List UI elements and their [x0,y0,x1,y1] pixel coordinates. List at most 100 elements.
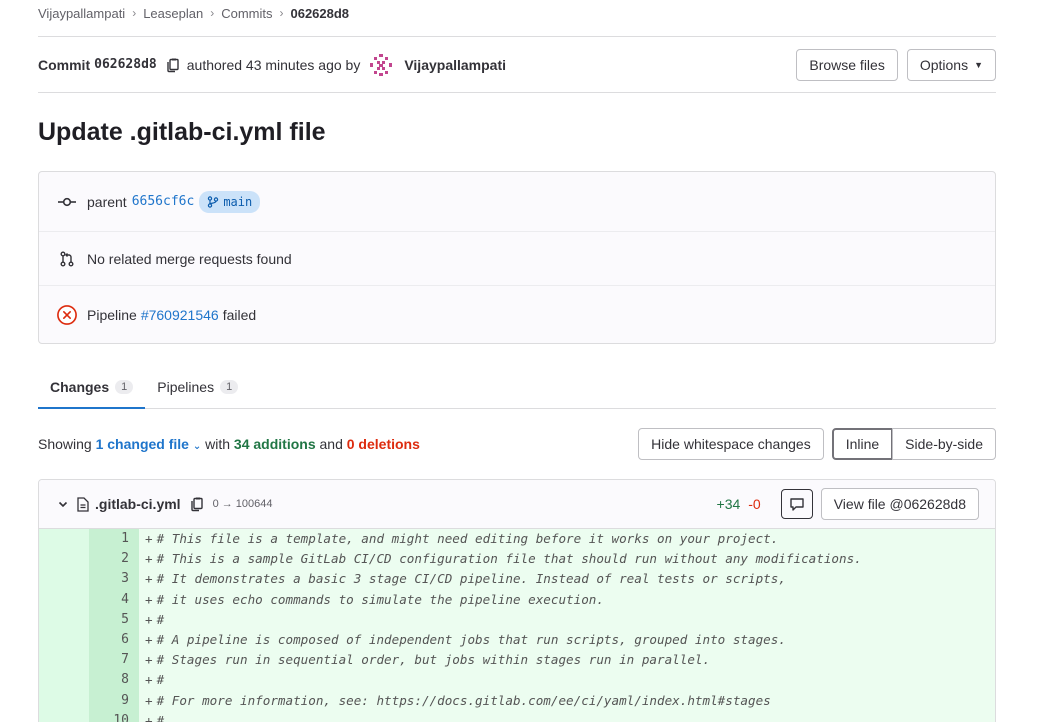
code-text: # Stages run in sequential order, but jo… [156,652,711,668]
new-line-number[interactable]: 10 [89,710,139,722]
comment-icon[interactable] [780,489,813,519]
file-additions: +34 [716,496,741,512]
old-line-number[interactable] [39,629,89,651]
browse-files-button[interactable]: Browse files [796,48,898,81]
changed-files-dropdown[interactable]: 1 changed file ⌄ [96,436,202,452]
and-label: and [319,436,343,452]
code-text: # It demonstrates a basic 3 stage CI/CD … [156,571,786,587]
merge-requests-text: No related merge requests found [87,250,292,267]
added-marker: + [145,551,153,567]
old-line-number[interactable] [39,650,89,671]
branch-badge[interactable]: main [199,190,261,213]
new-line-number[interactable]: 7 [89,650,139,671]
breadcrumb-item-commits[interactable]: Commits [221,6,272,21]
hide-whitespace-button[interactable]: Hide whitespace changes [638,428,824,460]
pipeline-link[interactable]: #760921546 [141,307,219,323]
diff-line: 6 + # A pipeline is composed of independen… [39,629,995,651]
pipeline-label: Pipeline [87,306,137,323]
showing-label: Showing [38,436,92,452]
added-marker: + [145,531,153,546]
breadcrumb-item-project[interactable]: Leaseplan [143,6,203,21]
old-line-number[interactable] [39,609,89,630]
deletions-count: 0 deletions [346,436,420,452]
new-line-number[interactable]: 5 [89,609,139,630]
diff-line: 8 + # [39,670,995,691]
tab-pipelines[interactable]: Pipelines 1 [145,366,250,408]
additions-count: 34 additions [233,436,316,452]
new-line-number[interactable]: 6 [89,629,139,651]
tab-pipelines-label: Pipelines [157,379,215,395]
chevron-down-icon[interactable] [57,498,69,510]
chevron-right-icon: › [132,6,137,20]
avatar[interactable] [368,51,395,78]
new-line-number[interactable]: 9 [89,690,139,711]
breadcrumb-item-current[interactable]: 062628d8 [290,6,349,21]
added-marker: + [145,672,153,688]
old-line-number[interactable] [39,529,89,550]
diff-view-toggle: Inline Side-by-side [831,428,996,460]
options-label: Options [919,56,969,73]
side-by-side-button[interactable]: Side-by-side [892,428,996,460]
new-line-number[interactable]: 1 [89,529,139,550]
merge-request-row: No related merge requests found [39,231,995,285]
old-line-number[interactable] [39,549,89,570]
added-marker: + [145,652,153,668]
diff-line: 10 + # [39,710,995,722]
code-line: + # [139,711,164,722]
old-line-number[interactable] [39,690,89,711]
new-line-number[interactable]: 4 [89,589,139,610]
diff-line: 3 + # It demonstrates a basic 3 stage CI/C… [39,569,995,590]
code-line: + # It demonstrates a basic 3 stage CI/CD… [139,569,786,589]
new-line-number[interactable]: 8 [89,670,139,691]
status-failed-icon[interactable] [57,304,77,326]
commit-label: Commit [38,56,91,73]
old-line-number[interactable] [39,569,89,590]
chevron-right-icon: › [210,6,215,20]
added-marker: + [145,571,153,587]
old-line-number[interactable] [39,589,89,610]
old-line-number[interactable] [39,670,89,691]
parent-sha-link[interactable]: 6656cf6c [132,194,195,209]
chevron-right-icon: › [279,6,284,20]
view-file-button[interactable]: View file @062628d8 [820,488,979,520]
new-line-number[interactable]: 2 [89,549,139,570]
commit-sha: 062628d8 [94,57,157,72]
parent-label: parent [87,193,127,210]
old-line-number[interactable] [39,710,89,722]
pipeline-status: failed [222,306,257,323]
code-text: # [156,712,165,722]
code-text: # [156,611,165,627]
diff-file: .gitlab-ci.yml 0 → 100644 +34 -0 View fil… [38,479,996,722]
tab-changes[interactable]: Changes 1 [38,366,146,409]
file-stats: +34 -0 [717,496,761,512]
copy-icon[interactable] [189,496,205,512]
file-icon [77,496,89,512]
branch-name: main [223,194,253,209]
breadcrumb-item-user[interactable]: Vijaypallampati [38,6,125,21]
author-name[interactable]: Vijaypallampati [404,57,506,73]
added-marker: + [145,591,153,607]
pipeline-row: Pipeline #760921546 failed [39,285,995,343]
added-marker: + [145,692,153,708]
file-mode: 0 → 100644 [212,498,273,510]
page-title: Update .gitlab-ci.yml file [38,117,326,146]
chevron-down-icon: ⌄ [192,441,202,452]
diff-summary: Showing 1 changed file ⌄ with 34 additio… [38,409,996,479]
tabs: Changes 1 Pipelines 1 [38,366,996,409]
inline-view-button[interactable]: Inline [831,428,894,460]
code-line: + # This is a sample GitLab CI/CD configu… [139,549,862,569]
merge-request-icon [57,251,77,267]
commit-info-box: parent 6656cf6c main No related merge re… [38,171,996,344]
file-name[interactable]: .gitlab-ci.yml [95,496,181,512]
added-marker: + [145,631,153,647]
options-dropdown[interactable]: Options ▼ [906,48,996,81]
code-line: + # This file is a template, and might ne… [139,529,778,549]
new-line-number[interactable]: 3 [89,569,139,590]
added-marker: + [145,712,153,722]
tab-changes-label: Changes [50,378,110,395]
diff-line: 2 + # This is a sample GitLab CI/CD config… [39,549,995,570]
tab-pipelines-count: 1 [220,380,239,394]
code-text: # This file is a template, and might nee… [156,531,779,546]
copy-icon[interactable] [165,57,181,73]
code-text: # A pipeline is composed of independent … [156,631,786,647]
